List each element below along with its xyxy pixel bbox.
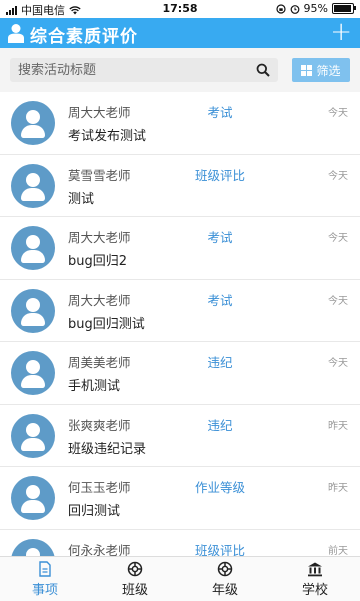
avatar [11, 226, 55, 270]
activity-title: 手机测试 [68, 379, 121, 394]
grid-icon [301, 64, 313, 76]
search-input[interactable] [18, 61, 248, 79]
date-label: 今天 [328, 108, 348, 119]
page-title: 综合素质评价 [30, 27, 138, 47]
activity-title: bug回归测试 [68, 316, 145, 332]
date-label: 昨天 [328, 483, 348, 494]
list-item[interactable]: 周大大老师 考试 今天 考试发布测试 [0, 92, 360, 155]
tab-label: 学校 [301, 583, 328, 598]
avatar [11, 413, 55, 458]
list-item[interactable]: 周大大老师 考试 今天 bug回归2 [0, 217, 360, 280]
avatar [11, 101, 55, 145]
filter-label: 筛选 [316, 63, 341, 78]
avatar [11, 351, 55, 395]
category-label: 考试 [207, 105, 233, 120]
avatar [11, 538, 55, 556]
search-box[interactable] [10, 58, 278, 82]
teacher-name: 周大大老师 [68, 292, 131, 308]
list-item[interactable]: 周大大老师 考试 今天 bug回归测试 [0, 279, 360, 342]
date-label: 昨天 [328, 420, 348, 432]
status-right: 95% [275, 2, 356, 15]
category-label: 班级评比 [194, 542, 245, 557]
list-item[interactable]: 何永永老师 班级评比 前天 [0, 529, 360, 557]
teacher-name: 周大大老师 [68, 105, 131, 120]
activity-list: 周大大老师 考试 今天 考试发布测试 莫雪雪老师 班级评比 今天 测试 周大大老… [0, 92, 360, 556]
date-label: 今天 [328, 170, 348, 182]
search-bar: 筛选 [0, 48, 360, 92]
tab-label: 年级 [211, 583, 238, 598]
date-label: 前天 [328, 545, 348, 557]
tab-matters[interactable]: 事项 [0, 557, 90, 601]
teacher-name: 何玉玉老师 [68, 480, 131, 495]
user-icon[interactable] [8, 23, 24, 43]
date-label: 今天 [328, 295, 348, 307]
alarm-icon [290, 4, 299, 14]
document-icon [39, 561, 51, 577]
battery-percent: 95% [303, 2, 328, 15]
tab-school[interactable]: 学校 [270, 557, 360, 601]
activity-title: 考试发布测试 [68, 129, 147, 144]
avatar [11, 476, 55, 520]
category-label: 违纪 [207, 355, 233, 370]
battery-fill [334, 5, 352, 12]
activity-title: 回归测试 [68, 504, 121, 519]
avatar [11, 288, 55, 333]
lifebuoy-icon [217, 561, 233, 577]
list-item[interactable]: 何玉玉老师 作业等级 昨天 回归测试 [0, 467, 360, 530]
bottom-tab-bar: 事项 班级 年级 学校 [0, 556, 360, 601]
category-label: 考试 [207, 292, 233, 308]
teacher-name: 张爽爽老师 [68, 417, 131, 433]
tab-label: 班级 [121, 583, 148, 598]
building-icon [308, 562, 322, 577]
category-label: 作业等级 [194, 480, 245, 495]
lifebuoy-icon [127, 561, 143, 577]
activity-title: 班级违纪记录 [68, 441, 147, 457]
date-label: 今天 [328, 233, 348, 244]
activity-title: 测试 [68, 191, 95, 207]
category-label: 考试 [207, 230, 233, 245]
activity-title: bug回归2 [68, 254, 128, 269]
teacher-name: 周大大老师 [68, 230, 131, 245]
lock-rotation-icon [275, 3, 286, 14]
status-bar: 中国电信 17:58 95% [0, 0, 360, 18]
date-label: 今天 [328, 358, 348, 369]
teacher-name: 莫雪雪老师 [68, 167, 131, 183]
tab-class[interactable]: 班级 [90, 557, 180, 601]
battery-icon [332, 3, 356, 14]
search-icon[interactable] [256, 63, 270, 77]
teacher-name: 何永永老师 [68, 542, 131, 557]
list-item[interactable]: 张爽爽老师 违纪 昨天 班级违纪记录 [0, 404, 360, 467]
filter-button[interactable]: 筛选 [292, 58, 350, 82]
tab-label: 事项 [31, 583, 58, 598]
category-label: 违纪 [207, 417, 233, 433]
teacher-name: 周美美老师 [68, 355, 131, 370]
add-button[interactable]: + [330, 19, 352, 45]
category-label: 班级评比 [194, 167, 245, 183]
tab-grade[interactable]: 年级 [180, 557, 270, 601]
list-item[interactable]: 莫雪雪老师 班级评比 今天 测试 [0, 154, 360, 217]
app-header: 综合素质评价 + [0, 18, 360, 48]
list-item[interactable]: 周美美老师 违纪 今天 手机测试 [0, 342, 360, 405]
avatar [11, 163, 55, 208]
